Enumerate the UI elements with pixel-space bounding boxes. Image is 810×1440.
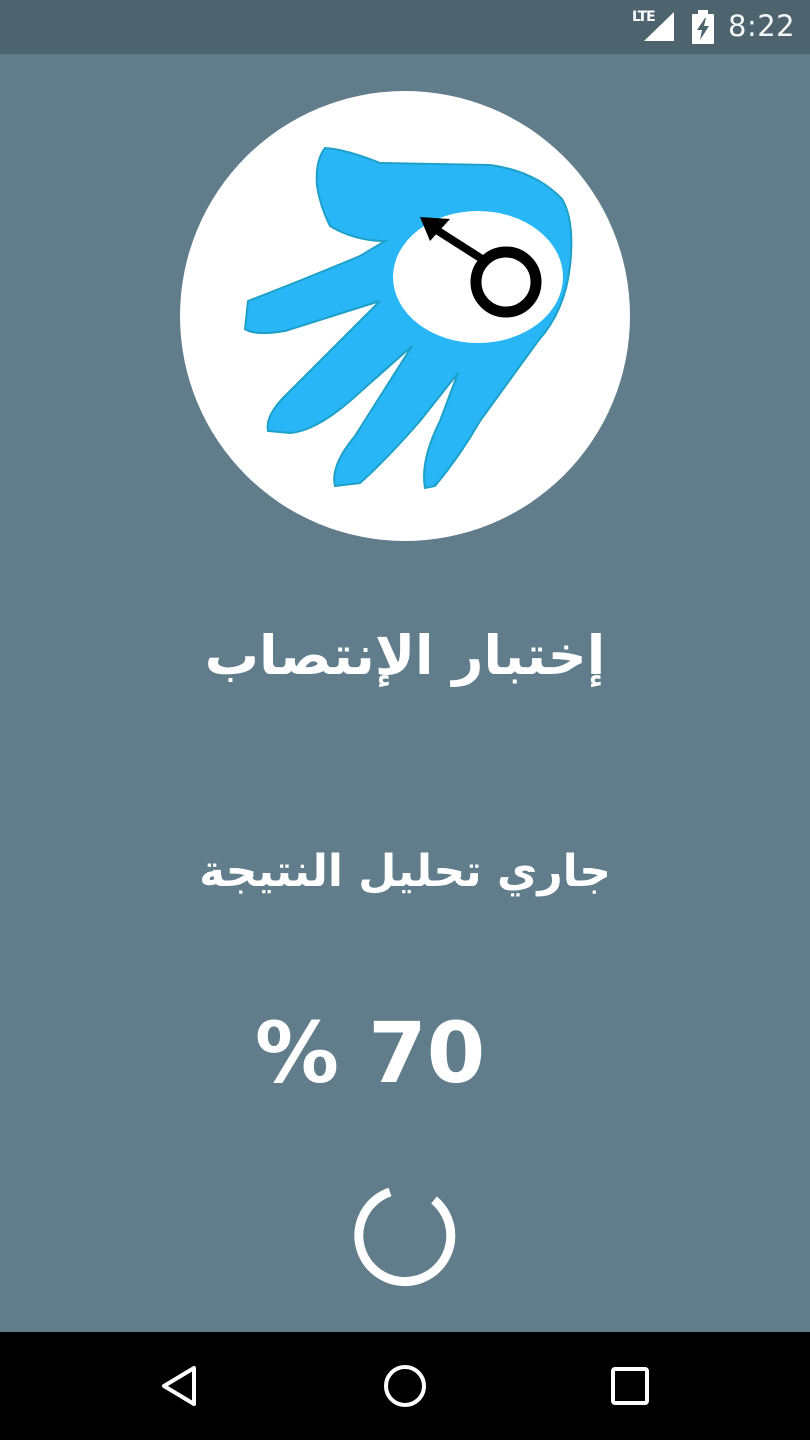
app-logo <box>180 91 630 541</box>
loading-spinner-icon <box>354 1187 456 1287</box>
clock: 8:22 <box>728 9 796 43</box>
progress-percentage: % 70 <box>254 1004 486 1102</box>
navigation-bar <box>0 1332 810 1440</box>
main-content: إختبار الإنتصاب جاري تحليل النتيجة % 70 <box>0 54 810 1332</box>
signal-icon <box>644 12 674 41</box>
recents-icon[interactable] <box>602 1358 658 1414</box>
status-bar: LTE 8:22 <box>0 0 810 54</box>
home-icon[interactable] <box>377 1358 433 1414</box>
battery-charging-icon <box>692 10 714 44</box>
analysis-status-text: جاري تحليل النتيجة <box>199 846 611 897</box>
back-icon[interactable] <box>152 1358 208 1414</box>
hand-male-symbol-logo-icon <box>243 146 573 490</box>
app-title: إختبار الإنتصاب <box>204 624 606 687</box>
